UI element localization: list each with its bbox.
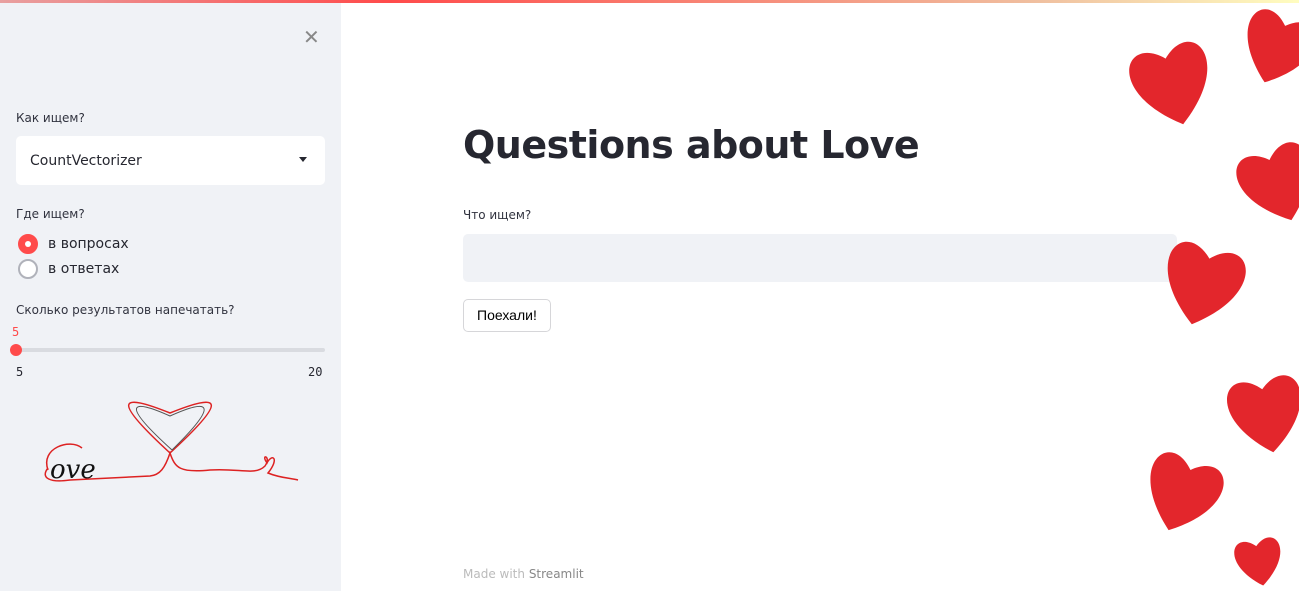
slider-current-value: 5	[12, 325, 20, 339]
streamlit-link[interactable]: Streamlit	[529, 567, 584, 581]
count-slider-track[interactable]	[16, 348, 325, 352]
count-label: Сколько результатов напечатать?	[16, 303, 235, 317]
count-slider-thumb[interactable]	[10, 344, 22, 356]
hamburger-menu-icon[interactable]: ☰	[1255, 25, 1271, 46]
close-sidebar-icon[interactable]: ✕	[303, 25, 320, 49]
method-select[interactable]: CountVectorizer	[16, 136, 325, 185]
sidebar: ✕ Как ищем? CountVectorizer Где ищем? в …	[0, 3, 341, 591]
main-content: ☰ Questions about Love Что ищем? Поехали…	[341, 3, 1299, 591]
radio-answers[interactable]: в ответах	[18, 259, 119, 279]
radio-label: в ответах	[48, 261, 120, 277]
query-label: Что ищем?	[463, 208, 532, 222]
chevron-down-icon	[299, 157, 307, 162]
method-label: Как ищем?	[16, 111, 85, 125]
slider-min: 5	[16, 365, 24, 379]
footer: Made with Streamlit	[463, 567, 584, 581]
where-label: Где ищем?	[16, 207, 85, 221]
radio-unchecked-icon	[18, 259, 38, 279]
page-title: Questions about Love	[463, 123, 920, 167]
radio-checked-icon	[18, 234, 38, 254]
radio-label: в вопросах	[48, 236, 129, 252]
svg-text:ove: ove	[50, 455, 96, 485]
footer-prefix: Made with	[463, 567, 525, 581]
love-logo-image: ove	[44, 401, 299, 485]
query-input[interactable]	[463, 234, 1177, 282]
method-select-value: CountVectorizer	[30, 152, 142, 169]
search-button[interactable]: Поехали!	[463, 299, 551, 332]
slider-max: 20	[308, 365, 323, 379]
radio-questions[interactable]: в вопросах	[18, 234, 129, 254]
